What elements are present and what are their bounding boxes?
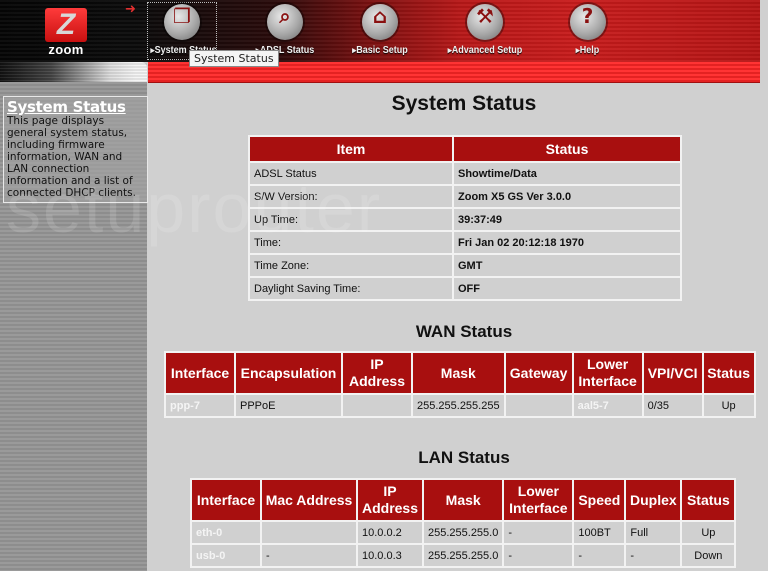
lower-interface-link[interactable]: aal5-7 (573, 395, 642, 416)
status-cell: Fri Jan 02 20:12:18 1970 (454, 232, 680, 253)
page-title: System Status (391, 92, 537, 115)
nav-label: Help (563, 45, 613, 56)
table-row: Time Zone: GMT (250, 255, 680, 276)
lan-status-table: Interface Mac Address IP Address Mask Lo… (190, 478, 737, 568)
ip-address-cell (343, 395, 411, 416)
item-cell: S/W Version: (250, 186, 452, 207)
status-cell: Zoom X5 GS Ver 3.0.0 (454, 186, 680, 207)
mac-address-cell (262, 522, 356, 543)
question-icon: ? (569, 4, 606, 40)
ip-address-cell: 10.0.0.2 (358, 522, 422, 543)
table-row: eth-0 10.0.0.2 255.255.255.0 - 100BT Ful… (192, 522, 735, 543)
speed-cell: - (574, 545, 625, 566)
status-cell: 39:37:49 (454, 209, 680, 230)
ip-address-cell: 10.0.0.3 (358, 545, 422, 566)
header-edge (760, 0, 768, 82)
table-row: usb-0 - 10.0.0.3 255.255.255.0 - - - Dow… (192, 545, 735, 566)
table-row: Time: Fri Jan 02 20:12:18 1970 (250, 232, 680, 253)
arrow-right-icon: ➜ (125, 2, 136, 17)
status-cell: Down (682, 545, 735, 566)
nav-basic-setup[interactable]: ⌂ Basic Setup (345, 2, 415, 60)
folders-icon: ❐ (164, 4, 200, 40)
status-cell: GMT (454, 255, 680, 276)
encapsulation-cell: PPPoE (236, 395, 341, 416)
column-header: Encapsulation (236, 353, 341, 393)
tooltip: System Status (189, 50, 279, 67)
subbar-left (0, 62, 147, 82)
nav-advanced-setup[interactable]: ⚒ Advanced Setup (440, 2, 530, 60)
nav-help[interactable]: ? Help (560, 2, 615, 60)
column-header: Status (703, 353, 754, 393)
column-header: IP Address (343, 353, 411, 393)
table-header-row: Interface Encapsulation IP Address Mask … (166, 353, 754, 393)
nav-label: Basic Setup (349, 45, 412, 56)
column-header: Duplex (626, 480, 681, 520)
table-row: ppp-7 PPPoE 255.255.255.255 aal5-7 0/35 … (166, 395, 754, 416)
column-header: IP Address (358, 480, 422, 520)
table-header-row: Interface Mac Address IP Address Mask Lo… (192, 480, 735, 520)
vpi-vci-cell: 0/35 (643, 395, 702, 416)
interface-link[interactable]: usb-0 (192, 545, 260, 566)
logo-text: zoom (48, 42, 84, 57)
column-header: Lower Interface (504, 480, 573, 520)
table-row: ADSL Status Showtime/Data (250, 163, 680, 184)
wrench-icon: ⚒ (467, 4, 503, 40)
status-cell: Up (682, 522, 735, 543)
mask-cell: 255.255.255.0 (424, 522, 503, 543)
mask-cell: 255.255.255.255 (413, 395, 504, 416)
column-header: VPI/VCI (643, 353, 702, 393)
column-header: Mac Address (262, 480, 356, 520)
item-cell: Daylight Saving Time: (250, 278, 452, 299)
item-cell: Up Time: (250, 209, 452, 230)
help-text: This page displays general system status… (7, 115, 136, 199)
item-cell: ADSL Status (250, 163, 452, 184)
help-title[interactable]: System Status (7, 99, 144, 115)
table-row: Daylight Saving Time: OFF (250, 278, 680, 299)
system-status-table: Item Status ADSL Status Showtime/Data S/W… (248, 135, 682, 301)
magnifier-icon: ⌕ (267, 4, 303, 40)
item-cell: Time: (250, 232, 452, 253)
duplex-cell: - (626, 545, 681, 566)
column-header: Status (682, 480, 735, 520)
zoom-logo[interactable]: Z zoom (40, 8, 92, 58)
interface-link[interactable]: ppp-7 (166, 395, 234, 416)
help-box: System Status This page displays general… (3, 96, 148, 203)
column-header: Status (454, 137, 680, 161)
column-header: Interface (192, 480, 260, 520)
interface-link[interactable]: eth-0 (192, 522, 260, 543)
lower-interface-cell: - (504, 545, 573, 566)
table-row: Up Time: 39:37:49 (250, 209, 680, 230)
lower-interface-cell: - (504, 522, 573, 543)
table-row: S/W Version: Zoom X5 GS Ver 3.0.0 (250, 186, 680, 207)
main-content: System Status Item Status ADSL Status Sho… (148, 82, 768, 571)
wan-status-title: WAN Status (415, 322, 513, 341)
lan-status-title: LAN Status (418, 448, 510, 467)
column-header: Gateway (505, 353, 572, 393)
table-header-row: Item Status (250, 137, 680, 161)
mask-cell: 255.255.255.0 (424, 545, 503, 566)
duplex-cell: Full (626, 522, 681, 543)
gateway-cell (505, 395, 572, 416)
mac-address-cell: - (262, 545, 356, 566)
nav-label: Advanced Setup (445, 45, 526, 56)
status-cell: OFF (454, 278, 680, 299)
logo-z-icon: Z (56, 8, 76, 41)
item-cell: Time Zone: (250, 255, 452, 276)
column-header: Lower Interface (573, 353, 642, 393)
status-cell: Up (703, 395, 754, 416)
column-header: Mask (424, 480, 503, 520)
house-icon: ⌂ (362, 4, 398, 40)
wan-status-table: Interface Encapsulation IP Address Mask … (164, 351, 756, 418)
column-header: Interface (166, 353, 234, 393)
column-header: Item (250, 137, 452, 161)
speed-cell: 100BT (574, 522, 625, 543)
sidebar: System Status This page displays general… (0, 82, 148, 571)
column-header: Speed (574, 480, 625, 520)
status-cell: Showtime/Data (454, 163, 680, 184)
column-header: Mask (413, 353, 504, 393)
